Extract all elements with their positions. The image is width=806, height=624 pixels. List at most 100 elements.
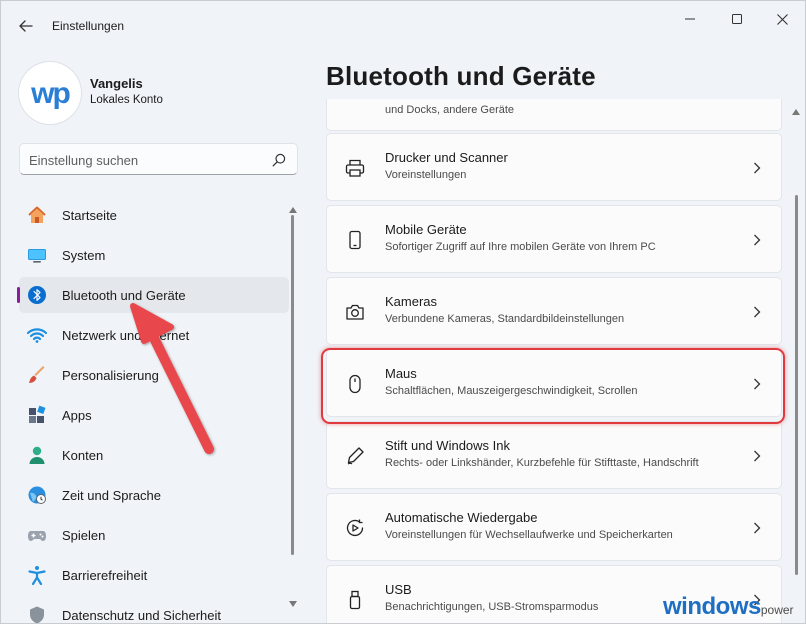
svg-text:wp: wp [30, 77, 70, 110]
card-mobile-geraete[interactable]: Mobile Geräte Sofortiger Zugriff auf Ihr… [326, 205, 782, 273]
card-title: Stift und Windows Ink [385, 438, 510, 453]
person-icon [29, 446, 45, 464]
card-subtitle: und Docks, andere Geräte [385, 104, 515, 116]
globe-clock-icon [28, 486, 46, 504]
list-item[interactable]: und Docks, andere Geräte [326, 99, 782, 131]
chevron-right-icon [754, 522, 761, 534]
back-button[interactable] [11, 13, 41, 39]
card-subtitle: Schaltflächen, Mauszeigergeschwindigkeit… [385, 385, 638, 397]
sidebar-item-label: Zeit und Sprache [62, 488, 162, 503]
title-bar: Einstellungen [1, 1, 805, 49]
sidebar-item-bluetooth[interactable]: Bluetooth und Geräte [17, 277, 289, 313]
camera-icon [346, 304, 364, 320]
settings-list: und Docks, andere Geräte Drucker und Sca… [326, 99, 783, 623]
maximize-icon [732, 14, 742, 24]
avatar-logo: wp [30, 77, 72, 110]
sidebar-item-zeit[interactable]: Zeit und Sprache [19, 477, 289, 513]
sidebar-nav: Startseite System Bluetooth und Geräte N… [17, 197, 289, 623]
accessibility-icon [28, 566, 46, 585]
watermark-sub: power [760, 603, 794, 617]
search-input[interactable] [29, 150, 259, 170]
sidebar-item-apps[interactable]: Apps [19, 397, 289, 433]
sidebar-scrollbar[interactable] [289, 203, 297, 613]
minimize-button[interactable] [667, 5, 713, 33]
card-drucker-und-scanner[interactable]: Drucker und Scanner Voreinstellungen [326, 133, 782, 201]
content-scrollbar[interactable] [791, 103, 801, 613]
card-title: Kameras [385, 294, 438, 309]
close-button[interactable] [759, 5, 805, 33]
card-stift-und-windows-ink[interactable]: Stift und Windows Ink Rechts- oder Links… [326, 421, 782, 489]
avatar[interactable]: wp [19, 62, 81, 124]
watermark-logo: windowspower [663, 593, 794, 621]
card-subtitle: Verbundene Kameras, Standardbildeinstell… [385, 313, 625, 325]
chevron-right-icon [754, 378, 761, 390]
mouse-icon [349, 374, 361, 394]
pen-icon [347, 447, 364, 465]
sidebar-item-label: System [62, 248, 106, 263]
sidebar-scroll-thumb[interactable] [291, 215, 294, 555]
sidebar-item-barrierefreiheit[interactable]: Barrierefreiheit [19, 557, 289, 593]
settings-window: Einstellungen wp Vangelis Lokales Konto [0, 0, 806, 624]
shield-icon [30, 606, 44, 623]
chevron-right-icon [754, 450, 761, 462]
content-scroll-thumb[interactable] [795, 195, 798, 575]
printer-icon [345, 159, 365, 177]
phone-icon [349, 230, 361, 250]
card-title: Maus [385, 366, 417, 381]
card-title: Automatische Wiedergabe [385, 510, 538, 525]
usb-icon [349, 590, 361, 610]
scroll-up-icon[interactable] [289, 207, 297, 213]
card-kameras[interactable]: Kameras Verbundene Kameras, Standardbild… [326, 277, 782, 345]
card-subtitle: Voreinstellungen für Wechsellaufwerke un… [385, 529, 673, 541]
account-type: Lokales Konto [90, 94, 163, 106]
sidebar-item-label: Konten [62, 448, 104, 463]
card-title: Drucker und Scanner [385, 150, 508, 165]
maximize-button[interactable] [714, 5, 760, 33]
page-title: Bluetooth und Geräte [326, 61, 596, 91]
app-title: Einstellungen [52, 19, 125, 33]
chevron-right-icon [754, 162, 761, 174]
scroll-down-icon[interactable] [289, 601, 297, 607]
sidebar-item-label: Barrierefreiheit [62, 568, 148, 583]
scroll-up-icon[interactable] [792, 109, 800, 115]
sidebar-item-personalisierung[interactable]: Personalisierung [19, 357, 289, 393]
sidebar-item-label: Datenschutz und Sicherheit [62, 608, 221, 623]
sidebar-item-konten[interactable]: Konten [19, 437, 289, 473]
sidebar-item-label: Apps [62, 408, 92, 423]
sidebar-item-datenschutz[interactable]: Datenschutz und Sicherheit [19, 597, 289, 623]
minimize-icon [685, 18, 695, 20]
card-automatische-wiedergabe[interactable]: Automatische Wiedergabe Voreinstellungen… [326, 493, 782, 561]
sidebar-item-spielen[interactable]: Spielen [19, 517, 289, 553]
back-arrow-icon [19, 20, 33, 32]
brush-icon [29, 366, 45, 383]
card-maus[interactable]: Maus Schaltflächen, Mauszeigergeschwindi… [326, 349, 782, 417]
chevron-right-icon [754, 234, 761, 246]
autoplay-icon [346, 519, 364, 537]
sidebar-item-system[interactable]: System [19, 237, 289, 273]
sidebar-item-netzwerk[interactable]: Netzwerk und Internet [19, 317, 289, 353]
search-icon[interactable] [272, 153, 286, 167]
card-subtitle: Benachrichtigungen, USB-Stromsparmodus [385, 601, 599, 613]
gamepad-icon [28, 531, 46, 541]
chevron-right-icon [754, 306, 761, 318]
sidebar-item-label: Startseite [62, 208, 117, 223]
card-title: Mobile Geräte [385, 222, 467, 237]
wifi-icon [27, 328, 47, 343]
sidebar-item-label: Netzwerk und Internet [62, 328, 190, 343]
card-subtitle: Rechts- oder Linkshänder, Kurzbefehle fü… [385, 457, 699, 469]
close-icon [776, 13, 788, 25]
home-icon [28, 206, 46, 223]
card-subtitle: Sofortiger Zugriff auf Ihre mobilen Gerä… [385, 241, 656, 253]
bluetooth-icon [28, 286, 46, 304]
sidebar-item-startseite[interactable]: Startseite [19, 197, 289, 233]
sidebar-item-label: Spielen [62, 528, 106, 543]
card-subtitle: Voreinstellungen [385, 169, 467, 181]
watermark-main: windows [663, 593, 761, 620]
search-box[interactable] [19, 143, 298, 175]
monitor-icon [28, 249, 46, 263]
user-name: Vangelis [90, 76, 143, 91]
sidebar-item-label: Personalisierung [62, 368, 159, 383]
apps-icon [29, 405, 46, 423]
card-title: USB [385, 582, 412, 597]
sidebar-item-label: Bluetooth und Geräte [62, 288, 186, 303]
